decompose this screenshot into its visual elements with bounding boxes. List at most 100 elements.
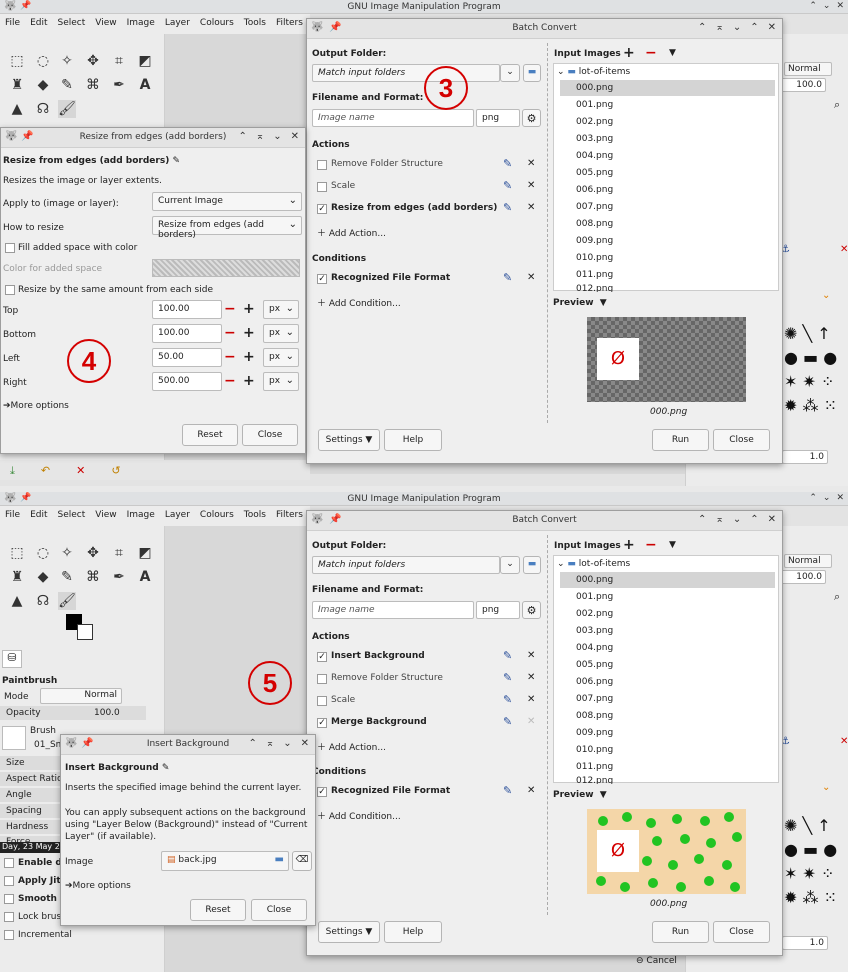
list-item[interactable]: 012.png — [560, 284, 775, 292]
maximize-icon[interactable]: ⌃ — [750, 22, 758, 33]
image-name-input[interactable]: Image name — [312, 601, 474, 619]
action-checkbox[interactable] — [317, 160, 327, 170]
bucket-icon[interactable]: ◆ — [34, 568, 52, 586]
brush-grid[interactable]: ✺ ╲ ↑ ● ▬ ● ✶ ✷ ⁘ ✹ ⁂ ⁙ — [784, 814, 846, 924]
transform-icon[interactable]: ◩ — [136, 544, 154, 562]
close-button[interactable]: Close — [713, 429, 770, 451]
fuzzy-select-icon[interactable]: ✧ — [58, 544, 76, 562]
brush-grid[interactable]: ✺ ╲ ↑ ● ▬ ● ✶ ✷ ⁘ ✹ ⁂ ⁙ — [784, 322, 846, 432]
crop-icon[interactable]: ⌗ — [110, 544, 128, 562]
fuzzy-select-icon[interactable]: ✧ — [58, 52, 76, 70]
minimize-icon[interactable]: ⌄ — [733, 22, 741, 33]
format-input[interactable]: png — [476, 109, 520, 127]
shade-icon[interactable]: ⌃ — [238, 131, 246, 142]
close-icon[interactable]: ✕ — [291, 131, 299, 142]
list-item[interactable]: 008.png — [560, 708, 775, 724]
pane-separator[interactable] — [547, 535, 548, 915]
settings-button[interactable]: Settings ▼ — [318, 921, 380, 943]
restore-icon[interactable]: ⌄ — [823, 1, 831, 11]
paintbrush-icon[interactable]: 🖌 — [58, 100, 76, 118]
apply-jitter-checkbox[interactable] — [4, 876, 14, 886]
edit-condition-icon[interactable]: ✎ — [503, 271, 512, 284]
close-icon[interactable]: ✕ — [836, 493, 844, 503]
close-icon[interactable]: ✕ — [768, 514, 776, 525]
list-item[interactable]: 003.png — [560, 131, 775, 147]
keep-above-icon[interactable]: ⌅ — [715, 22, 723, 33]
menu-filters[interactable]: Filters — [271, 506, 308, 526]
unit-select[interactable]: px ⌄ — [263, 372, 299, 391]
more-options-toggle[interactable]: ➔More options — [3, 401, 69, 411]
rect-select-icon[interactable]: ⬚ — [8, 544, 26, 562]
output-folder-combo[interactable]: Match input folders — [312, 556, 500, 574]
paintbrush-icon[interactable]: 🖌 — [58, 592, 76, 610]
cancel-button[interactable]: ⊖ Cancel — [636, 956, 677, 966]
images-menu-icon[interactable]: ▼ — [669, 48, 676, 58]
layer-mode-select[interactable]: Normal — [784, 62, 832, 76]
remove-condition-icon[interactable]: ✕ — [527, 272, 535, 283]
right-input[interactable]: 500.00 — [152, 372, 222, 391]
settings-button[interactable]: Settings ▼ — [318, 429, 380, 451]
action-checkbox[interactable]: ✓ — [317, 204, 327, 214]
minimize-icon[interactable]: ⌃ — [809, 493, 817, 503]
help-button[interactable]: Help — [384, 429, 442, 451]
list-item[interactable]: 001.png — [560, 589, 775, 605]
brush-preview[interactable] — [2, 726, 26, 750]
run-button[interactable]: Run — [652, 921, 709, 943]
list-item[interactable]: 008.png — [560, 216, 775, 232]
menu-edit[interactable]: Edit — [25, 506, 52, 526]
menu-tools[interactable]: Tools — [239, 506, 271, 526]
decrement-icon[interactable]: − — [224, 350, 236, 364]
edit-action-icon[interactable]: ✎ — [503, 179, 512, 192]
help-button[interactable]: Help — [384, 921, 442, 943]
search-icon[interactable]: ⌕ — [834, 590, 840, 604]
action-checkbox[interactable]: ✓ — [317, 718, 327, 728]
smudge-icon[interactable]: ☊ — [34, 592, 52, 610]
keep-above-icon[interactable]: ⌅ — [256, 131, 264, 142]
remove-action-icon[interactable]: ✕ — [527, 202, 535, 213]
menu-tools[interactable]: Tools — [239, 14, 271, 34]
reset-button[interactable]: Reset — [182, 424, 238, 446]
list-item[interactable]: 006.png — [560, 674, 775, 690]
crop-icon[interactable]: ⌗ — [110, 52, 128, 70]
edit-action-icon[interactable]: ✎ — [503, 649, 512, 662]
menu-image[interactable]: Image — [122, 506, 160, 526]
settings-gear-icon[interactable]: ⚙ — [522, 601, 541, 619]
minimize-icon[interactable]: ⌃ — [809, 1, 817, 11]
bottom-input[interactable]: 100.00 — [152, 324, 222, 343]
image-file-chooser[interactable]: ▤ back.jpg ▬ — [161, 851, 289, 871]
list-item[interactable]: 000.png — [560, 572, 775, 588]
decrement-icon[interactable]: − — [224, 374, 236, 388]
left-input[interactable]: 50.00 — [152, 348, 222, 367]
remove-action-icon[interactable]: ✕ — [527, 716, 535, 727]
same-amount-checkbox[interactable] — [5, 285, 15, 295]
lasso-icon[interactable]: ◌ — [34, 52, 52, 70]
menu-colours[interactable]: Colours — [195, 14, 239, 34]
enable-dynamics-checkbox[interactable] — [4, 858, 14, 868]
unit-select[interactable]: px ⌄ — [263, 324, 299, 343]
apply-to-select[interactable]: Current Image ⌄ — [152, 192, 302, 211]
list-item[interactable]: 007.png — [560, 691, 775, 707]
how-to-resize-select[interactable]: Resize from edges (add borders) ⌄ — [152, 216, 302, 240]
menu-view[interactable]: View — [90, 14, 121, 34]
increment-icon[interactable]: + — [243, 350, 255, 364]
list-item[interactable]: 006.png — [560, 182, 775, 198]
image-name-input[interactable]: Image name — [312, 109, 474, 127]
keep-above-icon[interactable]: ⌅ — [715, 514, 723, 525]
increment-icon[interactable]: + — [243, 302, 255, 316]
add-action-button[interactable]: ＋ Add Action... — [317, 226, 386, 239]
menu-file[interactable]: File — [0, 506, 25, 526]
close-button[interactable]: Close — [251, 899, 307, 921]
remove-images-icon[interactable]: − — [645, 46, 657, 60]
preview-label[interactable]: Preview ▼ — [553, 790, 607, 800]
brush-size-field[interactable]: 1.0 — [782, 450, 828, 464]
folder-icon[interactable]: ▬ — [523, 64, 541, 82]
menu-filters[interactable]: Filters — [271, 14, 308, 34]
output-folder-dropdown[interactable]: ⌄ — [500, 556, 520, 574]
output-folder-dropdown[interactable]: ⌄ — [500, 64, 520, 82]
background-color[interactable] — [77, 624, 93, 640]
folder-node[interactable]: ⌄ ▬ lot-of-items — [557, 67, 630, 77]
smooth-stroke-checkbox[interactable] — [4, 894, 14, 904]
list-item[interactable]: 002.png — [560, 114, 775, 130]
increment-icon[interactable]: + — [243, 374, 255, 388]
layer-opacity-field[interactable]: 100.0 — [776, 78, 826, 92]
